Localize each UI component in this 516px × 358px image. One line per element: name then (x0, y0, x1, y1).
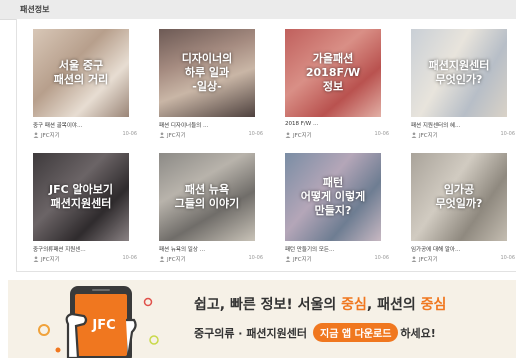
article-card[interactable]: JFC 알아보기 패션지원센터 중구의류패션 지원센… JFC지기 10-06 (25, 145, 137, 263)
article-thumbnail[interactable]: 패션 뉴욕 그들의 이야기 (159, 153, 255, 241)
article-title[interactable]: 임가공에 대해 알아… (411, 245, 515, 253)
article-title[interactable]: 패션 뉴욕의 일상 … (159, 245, 263, 253)
article-date: 10-06 (500, 255, 515, 261)
article-meta: JFC지기 10-06 (285, 131, 389, 139)
thumbnail-title: 패션 뉴욕 그들의 이야기 (174, 183, 240, 210)
author: JFC지기 (411, 255, 438, 263)
article-card[interactable]: 패턴 어떻게 이렇게 만들지? 패턴 만들기의 모든… JFC지기 10-06 (277, 145, 389, 263)
article-date: 10-06 (122, 131, 137, 137)
article-thumbnail[interactable]: 가을패션 2018F/W 정보 (285, 29, 381, 117)
article-thumbnail[interactable]: 디자이너의 하루 일과 -일상- (159, 29, 255, 117)
author: JFC지기 (33, 131, 60, 139)
article-card[interactable]: 서울 중구 패션의 거리 중구 패션 골목이야… JFC지기 10-06 (25, 21, 137, 139)
author: JFC지기 (411, 131, 438, 139)
headline-accent: 중심 (420, 297, 447, 313)
author: JFC지기 (159, 131, 186, 139)
app-logo: JFC (92, 318, 116, 333)
headline-part: 쉽고, 빠른 정보! 서울의 (194, 297, 342, 313)
author: JFC지기 (159, 255, 186, 263)
article-thumbnail[interactable]: 패션지원센터 무엇인가? (411, 29, 507, 117)
thumbnail-title: 디자이너의 하루 일과 -일상- (181, 52, 233, 93)
section-header: 패션정보 (0, 0, 516, 20)
article-date: 10-06 (374, 255, 389, 261)
article-date: 10-06 (248, 131, 263, 137)
article-meta: JFC지기 10-06 (411, 255, 515, 263)
person-icon (33, 132, 39, 138)
thumbnail-title: 서울 중구 패션의 거리 (53, 59, 109, 86)
article-card[interactable]: 디자이너의 하루 일과 -일상- 패션 디자이너들의 … JFC지기 10-06 (151, 21, 263, 139)
person-icon (33, 256, 39, 262)
article-thumbnail[interactable]: JFC 알아보기 패션지원센터 (33, 153, 129, 241)
article-date: 10-06 (248, 255, 263, 261)
subline-suffix: 하세요! (400, 326, 436, 340)
article-meta: JFC지기 10-06 (285, 255, 389, 263)
article-thumbnail[interactable]: 임가공 무엇일까? (411, 153, 507, 241)
author-name: JFC지기 (41, 133, 60, 139)
article-date: 10-06 (122, 255, 137, 261)
app-download-banner[interactable]: JFC 쉽고, 빠른 정보! 서울의 중심, 패션의 중심 중구의류 · 패션지… (8, 280, 516, 358)
author-name: JFC지기 (293, 257, 312, 263)
article-date: 10-06 (500, 131, 515, 137)
headline-part: , 패션의 (366, 297, 421, 313)
person-icon (285, 132, 291, 138)
article-meta: JFC지기 10-06 (159, 255, 263, 263)
article-title[interactable]: 중구의류패션 지원센… (33, 245, 137, 253)
author: JFC지기 (33, 255, 60, 263)
article-date: 10-06 (374, 131, 389, 137)
person-icon (411, 132, 417, 138)
thumbnail-title: 임가공 무엇일까? (435, 183, 483, 210)
article-title[interactable]: 패턴 만들기의 모든… (285, 245, 389, 253)
thumbnail-title: 패션지원센터 무엇인가? (428, 59, 490, 86)
article-card[interactable]: 패션지원센터 무엇인가? 패션 지원센터의 혜… JFC지기 10-06 (403, 21, 515, 139)
section-title: 패션정보 (20, 5, 50, 14)
article-card[interactable]: 패션 뉴욕 그들의 이야기 패션 뉴욕의 일상 … JFC지기 10-06 (151, 145, 263, 263)
author: JFC지기 (285, 131, 312, 139)
article-title[interactable]: 2018 F/W … (285, 121, 389, 127)
article-meta: JFC지기 10-06 (33, 255, 137, 263)
banner-headline: 쉽고, 빠른 정보! 서울의 중심, 패션의 중심 (194, 294, 446, 314)
author-name: JFC지기 (41, 257, 60, 263)
center-name: 중구의류 · 패션지원센터 (194, 326, 308, 340)
article-meta: JFC지기 10-06 (159, 131, 263, 139)
article-card[interactable]: 가을패션 2018F/W 정보 2018 F/W … JFC지기 10-06 (277, 21, 389, 139)
person-icon (159, 256, 165, 262)
headline-accent: 중심 (341, 297, 367, 313)
article-title[interactable]: 중구 패션 골목이야… (33, 121, 137, 129)
banner-subline: 중구의류 · 패션지원센터 지금 앱 다운로드 하세요! (194, 323, 436, 342)
fashion-info-grid: 서울 중구 패션의 거리 중구 패션 골목이야… JFC지기 10-06 디자이… (16, 19, 516, 272)
article-meta: JFC지기 10-06 (33, 131, 137, 139)
thumbnail-title: JFC 알아보기 패션지원센터 (49, 183, 113, 210)
article-title[interactable]: 패션 지원센터의 혜… (411, 121, 515, 129)
author-name: JFC지기 (167, 257, 186, 263)
article-thumbnail[interactable]: 서울 중구 패션의 거리 (33, 29, 129, 117)
article-card[interactable]: 임가공 무엇일까? 임가공에 대해 알아… JFC지기 10-06 (403, 145, 515, 263)
person-icon (411, 256, 417, 262)
author-name: JFC지기 (293, 133, 312, 139)
thumbnail-title: 가을패션 2018F/W 정보 (305, 52, 361, 93)
author: JFC지기 (285, 255, 312, 263)
article-thumbnail[interactable]: 패턴 어떻게 이렇게 만들지? (285, 153, 381, 241)
article-meta: JFC지기 10-06 (411, 131, 515, 139)
thumbnail-title: 패턴 어떻게 이렇게 만들지? (300, 176, 366, 217)
author-name: JFC지기 (419, 133, 438, 139)
article-title[interactable]: 패션 디자이너들의 … (159, 121, 263, 129)
download-app-button[interactable]: 지금 앱 다운로드 (313, 323, 399, 342)
author-name: JFC지기 (419, 257, 438, 263)
person-icon (159, 132, 165, 138)
author-name: JFC지기 (167, 133, 186, 139)
person-icon (285, 256, 291, 262)
